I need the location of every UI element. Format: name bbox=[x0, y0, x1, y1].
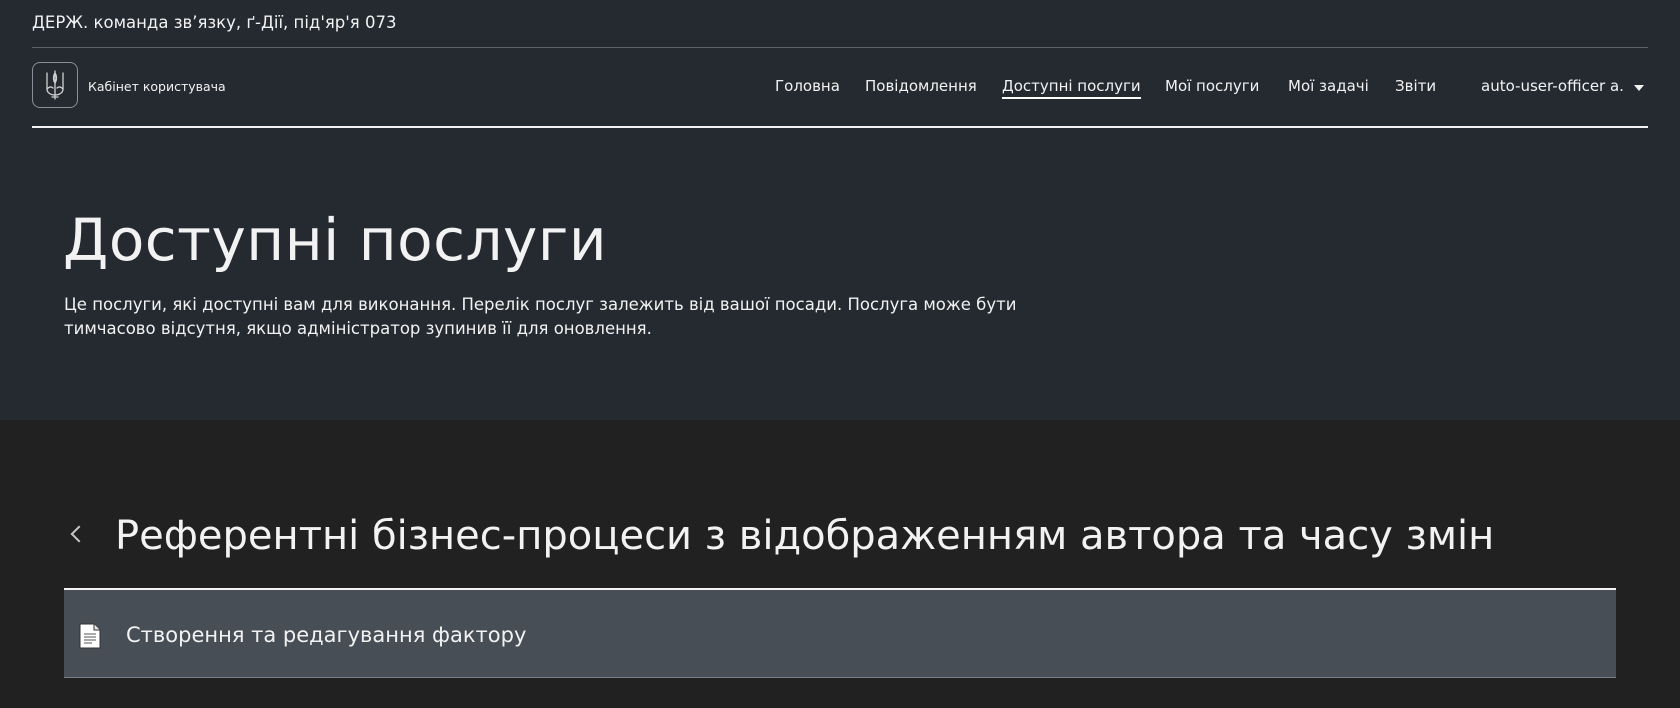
top-section: ДЕРЖ. команда зв’язку, ґ-Дії, під'яр'я 0… bbox=[0, 0, 1680, 420]
nav-my-tasks[interactable]: Мої задачі bbox=[1288, 77, 1369, 97]
chevron-left-icon[interactable] bbox=[70, 525, 88, 543]
nav-reports[interactable]: Звіти bbox=[1395, 77, 1436, 97]
main-navigation: Головна Повідомлення Доступні послуги Мо… bbox=[32, 48, 1648, 126]
caret-down-icon[interactable] bbox=[1634, 85, 1644, 91]
page-description: Це послуги, які доступні вам для виконан… bbox=[64, 295, 1017, 338]
service-item[interactable]: Створення та редагування фактору bbox=[64, 588, 1616, 678]
nav-my-services[interactable]: Мої послуги bbox=[1165, 77, 1259, 97]
nav-home[interactable]: Головна bbox=[775, 77, 840, 97]
organization-name: ДЕРЖ. команда зв’язку, ґ-Дії, під'яр'я 0… bbox=[32, 13, 397, 32]
page-title: Доступні послуги bbox=[63, 206, 608, 274]
user-menu[interactable]: auto-user-officer a. bbox=[1481, 77, 1624, 95]
document-icon bbox=[79, 623, 101, 653]
group-title: Референтні бізнес-процеси з відображення… bbox=[115, 513, 1495, 559]
nav-available-services[interactable]: Доступні послуги bbox=[1002, 77, 1141, 99]
nav-notifications[interactable]: Повідомлення bbox=[865, 77, 977, 97]
service-label: Створення та редагування фактору bbox=[126, 623, 527, 647]
header: Кабінет користувача Головна Повідомлення… bbox=[32, 48, 1648, 128]
organization-bar: ДЕРЖ. команда зв’язку, ґ-Дії, під'яр'я 0… bbox=[32, 0, 1648, 48]
